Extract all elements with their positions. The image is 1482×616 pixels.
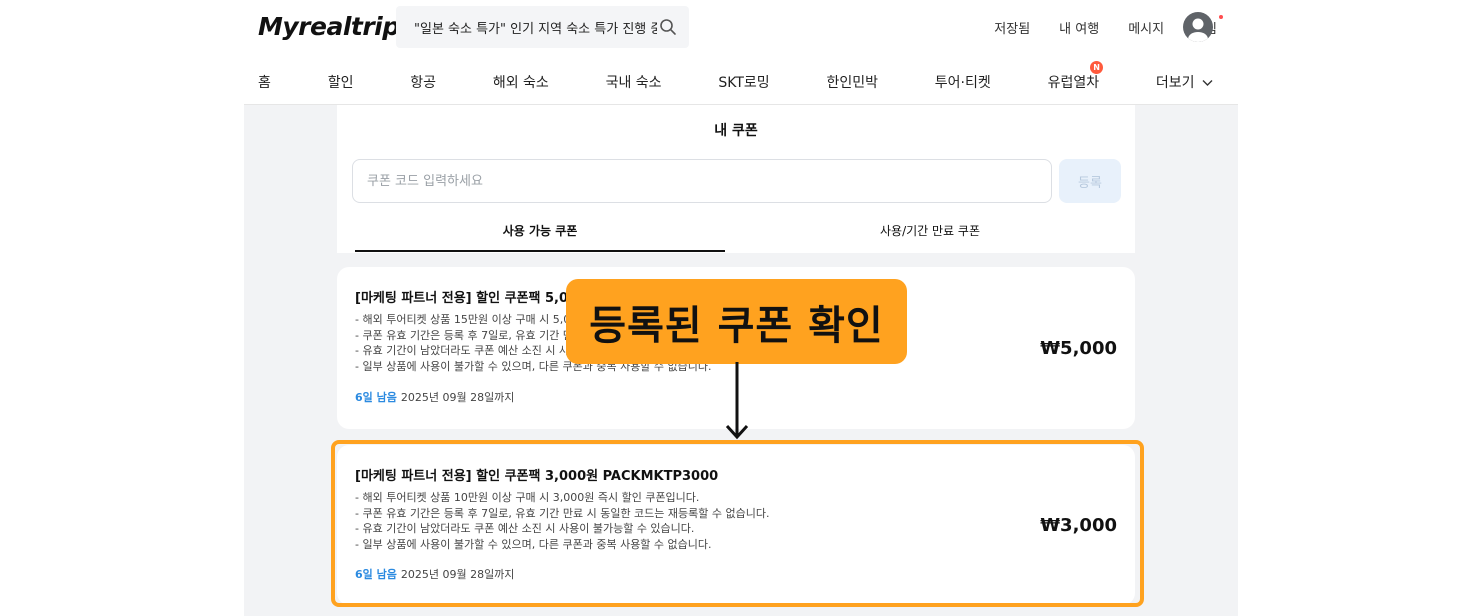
nav-korean-guesthouse[interactable]: 한인민박 bbox=[826, 72, 878, 92]
tab-available-coupons[interactable]: 사용 가능 쿠폰 bbox=[355, 222, 725, 252]
days-left: 6일 남음 bbox=[355, 391, 397, 404]
saved-link[interactable]: 저장됨 bbox=[994, 18, 1030, 37]
nav-overseas-stays[interactable]: 해외 숙소 bbox=[493, 72, 549, 92]
page-title: 내 쿠폰 bbox=[714, 123, 758, 139]
nav-tours-tickets[interactable]: 투어·티켓 bbox=[935, 72, 991, 92]
notification-dot bbox=[1219, 15, 1223, 19]
highlight-outline bbox=[331, 440, 1144, 607]
main-nav: 홈 할인 항공 해외 숙소 국내 숙소 SKT로밍 한인민박 투어·티켓 유럽열… bbox=[258, 61, 1213, 92]
coupon-code-input[interactable] bbox=[352, 159, 1052, 203]
annotation-callout: 등록된 쿠폰 확인 bbox=[566, 279, 907, 364]
register-button[interactable]: 등록 bbox=[1059, 159, 1121, 203]
user-icon bbox=[1188, 18, 1208, 42]
chevron-down-icon bbox=[1202, 80, 1213, 86]
new-badge: N bbox=[1090, 61, 1104, 74]
tab-expired-coupons[interactable]: 사용/기간 만료 쿠폰 bbox=[745, 222, 1115, 252]
nav-europe-rail[interactable]: 유럽열차 N bbox=[1047, 61, 1104, 92]
coupon-amount: ₩5,000 bbox=[1040, 338, 1117, 359]
coupon-expiry: 6일 남음 2025년 09월 28일까지 bbox=[355, 389, 514, 405]
expiry-date: 2025년 09월 28일까지 bbox=[400, 391, 515, 404]
site-logo[interactable]: Myrealtrip bbox=[258, 12, 400, 41]
nav-more[interactable]: 더보기 bbox=[1156, 72, 1213, 92]
nav-skt-roaming[interactable]: SKT로밍 bbox=[718, 72, 769, 92]
arrow-down-icon bbox=[725, 362, 749, 440]
nav-more-label: 더보기 bbox=[1155, 75, 1195, 91]
nav-europe-rail-label: 유럽열차 bbox=[1047, 75, 1100, 91]
my-trips-link[interactable]: 내 여행 bbox=[1059, 18, 1099, 37]
search-icon[interactable] bbox=[659, 18, 677, 36]
nav-domestic-stays[interactable]: 국내 숙소 bbox=[606, 72, 662, 92]
nav-discount[interactable]: 할인 bbox=[328, 72, 354, 92]
nav-flights[interactable]: 항공 bbox=[410, 72, 436, 92]
avatar[interactable] bbox=[1183, 12, 1213, 42]
messages-link[interactable]: 메시지 bbox=[1128, 18, 1164, 37]
search-box[interactable] bbox=[396, 6, 689, 48]
nav-home[interactable]: 홈 bbox=[258, 72, 271, 92]
search-input[interactable] bbox=[412, 18, 659, 36]
